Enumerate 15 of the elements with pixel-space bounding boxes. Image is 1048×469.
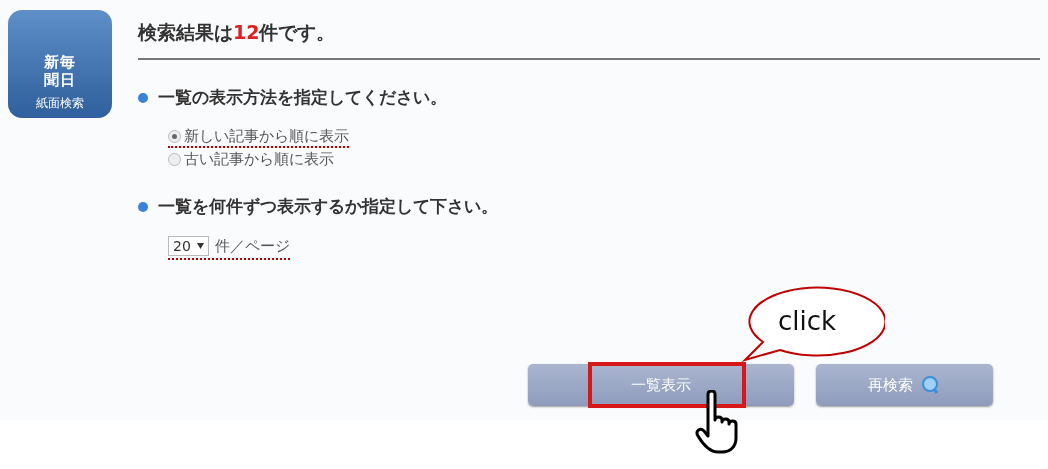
section-heading: 一覧を何件ずつ表示するか指定して下さい。: [158, 195, 498, 218]
radio-button[interactable]: [168, 153, 181, 166]
sort-option[interactable]: 古い記事から順に表示: [168, 150, 334, 169]
result-count-title: 検索結果は12件です。: [138, 20, 337, 45]
search-icon: [921, 375, 941, 395]
section-heading: 一覧の表示方法を指定してください。: [158, 86, 447, 109]
app-icon: 新毎 聞日 紙面検索: [8, 10, 112, 118]
bullet-icon: [138, 92, 148, 103]
sort-option[interactable]: 新しい記事から順に表示: [168, 127, 349, 148]
bullet-icon: [138, 201, 148, 212]
callout-text: click: [778, 306, 837, 336]
page-size-select[interactable]: 20: [168, 236, 209, 256]
radio-button[interactable]: [168, 130, 181, 143]
caret-icon: [196, 243, 204, 249]
unit-label: 件／ページ: [214, 236, 290, 256]
